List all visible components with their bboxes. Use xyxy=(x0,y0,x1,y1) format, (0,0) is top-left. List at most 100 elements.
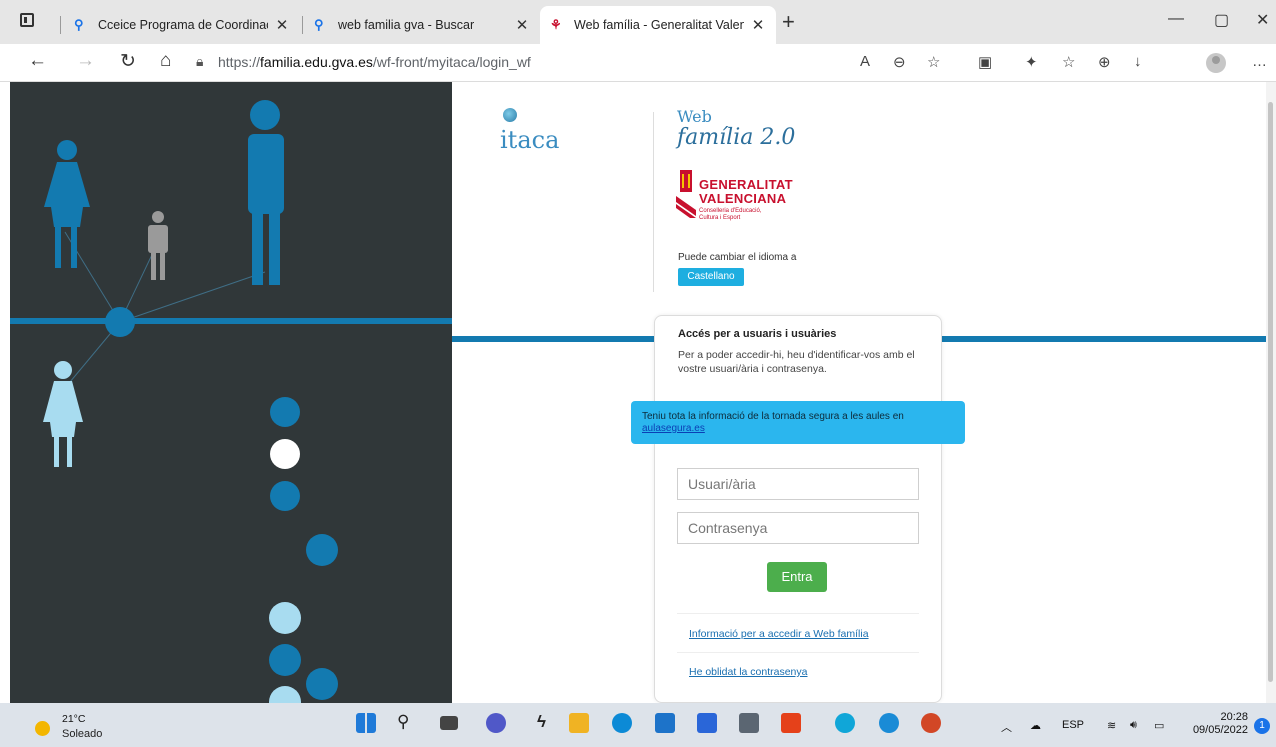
edge-icon[interactable] xyxy=(612,713,632,733)
generalitat-favicon-icon: ⚘ xyxy=(550,17,562,32)
search-icon: ⚲ xyxy=(74,17,84,32)
url-domain: familia.edu.gva.es xyxy=(260,54,373,70)
info-banner: Teniu tota la informació de la tornada s… xyxy=(631,401,965,444)
familia-title: família 2.0 xyxy=(677,125,796,150)
minimize-icon[interactable]: — xyxy=(1168,10,1184,28)
divider xyxy=(677,652,919,653)
new-tab-icon[interactable]: + xyxy=(782,9,795,35)
globe-icon xyxy=(503,108,517,122)
windows-taskbar: 21°C Soleado ⚲ ϟ ︿ ☁ ESP ≋ 🔊︎ ▭ 20:28 09… xyxy=(0,703,1276,747)
extensions-puzzle-icon[interactable]: ✦ xyxy=(1025,53,1038,71)
generalitat-line2: VALENCIANA xyxy=(699,191,787,206)
scrollbar-thumb[interactable] xyxy=(1268,102,1273,682)
weather-condition[interactable]: Soleado xyxy=(62,728,102,740)
login-title: Accés per a usuaris i usuàries xyxy=(678,328,837,340)
start-icon[interactable] xyxy=(356,713,376,733)
back-icon[interactable]: ← xyxy=(28,50,47,72)
mail-icon[interactable] xyxy=(655,713,675,733)
help-app-icon[interactable] xyxy=(879,713,899,733)
tab-separator xyxy=(60,16,61,34)
language-prompt: Puede cambiar el idioma a xyxy=(678,252,797,263)
itaca-wordmark: itaca xyxy=(500,126,560,154)
wifi-icon[interactable]: ≋ xyxy=(1107,719,1116,732)
info-access-link[interactable]: Informació per a accedir a Web família xyxy=(689,628,869,640)
sun-icon[interactable] xyxy=(35,721,50,736)
favorite-add-icon[interactable]: ☆ xyxy=(927,53,940,71)
family-illustration xyxy=(10,100,452,703)
lock-icon[interactable]: 🔒︎ xyxy=(196,53,203,70)
tab-actions-icon[interactable] xyxy=(20,13,34,27)
collections-icon[interactable]: ⊕ xyxy=(1098,53,1111,71)
page-scrollbar[interactable] xyxy=(1266,82,1276,703)
extension-icon[interactable]: ▣ xyxy=(978,53,992,71)
generalitat-line1: GENERALITAT xyxy=(699,177,793,192)
home-icon[interactable]: ⌂ xyxy=(160,50,171,72)
aulasegura-link[interactable]: aulasegura.es xyxy=(642,423,705,434)
zoom-icon[interactable]: ⊖ xyxy=(893,53,906,71)
close-icon[interactable]: ✕ xyxy=(750,16,766,34)
notification-badge[interactable]: 1 xyxy=(1254,718,1270,734)
more-menu-icon[interactable]: … xyxy=(1252,53,1267,70)
weather-temperature[interactable]: 21°C xyxy=(62,713,85,725)
girl-figure-icon xyxy=(43,361,83,467)
tab-separator xyxy=(302,16,303,34)
read-aloud-icon[interactable]: A xyxy=(860,53,870,70)
castellano-button[interactable]: Castellano xyxy=(678,268,744,286)
login-card: Accés per a usuaris i usuàries Per a pod… xyxy=(654,315,942,703)
password-input[interactable] xyxy=(677,512,919,544)
close-icon[interactable]: ✕ xyxy=(274,16,290,34)
woman-figure-icon xyxy=(44,140,90,268)
office-icon[interactable] xyxy=(781,713,801,733)
close-window-icon[interactable]: ✕ xyxy=(1256,10,1269,30)
refresh-icon[interactable]: ↻ xyxy=(120,50,136,73)
username-input[interactable] xyxy=(677,468,919,500)
login-description: Per a poder accedir-hi, heu d'identifica… xyxy=(678,349,915,375)
profile-avatar[interactable] xyxy=(1206,53,1226,73)
url-field[interactable]: https://familia.edu.gva.es/wf-front/myit… xyxy=(218,54,531,70)
conselleria-line2: Cultura i Esport xyxy=(699,215,741,221)
search-icon: ⚲ xyxy=(314,17,324,32)
app-globe-icon[interactable] xyxy=(835,713,855,733)
dropbox-icon[interactable] xyxy=(697,713,717,733)
battery-icon[interactable]: ▭ xyxy=(1154,719,1164,732)
system-clock[interactable]: 20:28 09/05/2022 xyxy=(1180,711,1248,737)
banner-text: Teniu tota la informació de la tornada s… xyxy=(642,411,904,422)
close-icon[interactable]: ✕ xyxy=(514,16,530,34)
forgot-password-link[interactable]: He oblidat la contrasenya xyxy=(689,666,808,678)
store-icon[interactable] xyxy=(739,713,759,733)
teams-chat-icon[interactable] xyxy=(486,713,506,733)
tab-title: Web família - Generalitat Valenci xyxy=(574,18,744,32)
language-indicator[interactable]: ESP xyxy=(1062,719,1084,731)
page-viewport: itaca Web família 2.0 GENERALITAT VALENC… xyxy=(0,82,1276,703)
man-figure-icon xyxy=(248,100,284,285)
conselleria-line1: Conselleria d'Educació, xyxy=(699,208,762,214)
task-view-icon[interactable] xyxy=(440,716,458,730)
child-figure-icon xyxy=(148,211,168,280)
favorites-icon[interactable]: ☆ xyxy=(1062,53,1075,71)
onedrive-icon[interactable]: ☁ xyxy=(1030,719,1041,732)
app-bolt-icon[interactable]: ϟ xyxy=(537,712,546,732)
divider xyxy=(677,613,919,614)
web-label: Web xyxy=(677,107,712,126)
tab-cceice[interactable]: ⚲ Cceice Programa de Coordinació ✕ xyxy=(64,6,300,44)
header-divider xyxy=(653,112,654,292)
clock-date: 09/05/2022 xyxy=(1192,724,1248,736)
downloads-icon[interactable]: ↓ xyxy=(1134,53,1142,70)
restore-icon[interactable]: ▢ xyxy=(1214,10,1229,30)
tab-title: Cceice Programa de Coordinació xyxy=(98,18,268,32)
address-toolbar: ← → ↻ ⌂ 🔒︎ https://familia.edu.gva.es/wf… xyxy=(0,44,1276,82)
clock-time: 20:28 xyxy=(1220,711,1248,723)
powerpoint-icon[interactable] xyxy=(921,713,941,733)
tab-buscar[interactable]: ⚲ web familia gva - Buscar ✕ xyxy=(304,6,540,44)
url-prefix: https:// xyxy=(218,54,261,70)
tab-web-familia[interactable]: ⚘ Web família - Generalitat Valenci ✕ xyxy=(540,6,776,44)
volume-icon[interactable]: 🔊︎ xyxy=(1130,719,1137,732)
login-submit-button[interactable]: Entra xyxy=(767,562,827,592)
accent-line-right xyxy=(942,336,1266,342)
accent-line-left xyxy=(452,336,654,342)
forward-icon[interactable]: → xyxy=(76,50,95,72)
generalitat-emblem-icon xyxy=(676,170,696,218)
search-icon[interactable]: ⚲ xyxy=(397,712,409,732)
file-explorer-icon[interactable] xyxy=(569,713,589,733)
chevron-up-icon[interactable]: ︿ xyxy=(1001,719,1012,735)
